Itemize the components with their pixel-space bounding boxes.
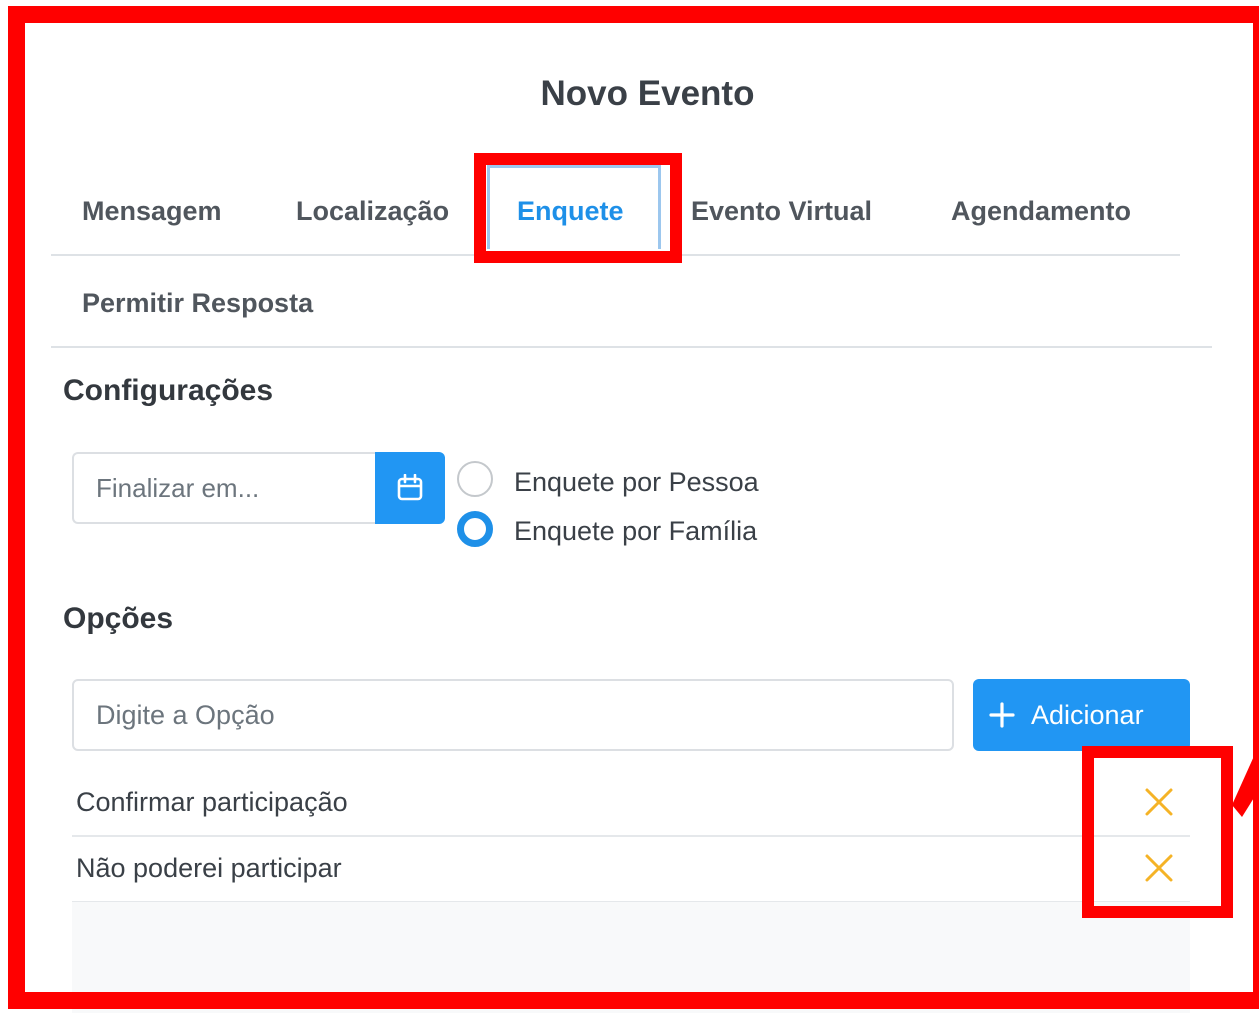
radio-label-pessoa: Enquete por Pessoa [514, 467, 759, 497]
radio-enquete-familia[interactable] [457, 511, 493, 547]
option-label: Não poderei participar [76, 853, 342, 883]
list-item: Confirmar participação [72, 771, 1190, 837]
end-date-input[interactable] [72, 452, 375, 524]
tab-permitir-resposta[interactable]: Permitir Resposta [82, 283, 313, 323]
close-icon[interactable] [1144, 853, 1174, 883]
new-event-modal: Novo Evento Mensagem Localização Enquete… [0, 0, 1259, 1013]
config-section-title: Configurações [63, 374, 274, 407]
tab-mensagem[interactable]: Mensagem [82, 191, 222, 231]
options-section-title: Opções [63, 602, 174, 635]
calendar-icon [397, 474, 423, 501]
radio-label-familia: Enquete por Família [514, 516, 758, 546]
list-item: Não poderei participar [72, 837, 1190, 903]
tabs-divider [51, 254, 1180, 256]
radio-enquete-pessoa[interactable] [457, 461, 493, 497]
options-list-footer [72, 902, 1190, 1013]
plus-icon [989, 702, 1015, 728]
tab-agendamento[interactable]: Agendamento [951, 191, 1131, 231]
annotation-arrow [1232, 745, 1259, 817]
tab-localizacao[interactable]: Localização [296, 191, 449, 231]
tab-evento-virtual[interactable]: Evento Virtual [691, 191, 872, 231]
add-option-label: Adicionar [1031, 699, 1144, 730]
option-label: Confirmar participação [76, 787, 348, 817]
close-icon[interactable] [1144, 787, 1174, 817]
tabs-divider [51, 346, 1212, 348]
option-input[interactable] [72, 679, 954, 751]
add-option-button[interactable]: Adicionar [973, 679, 1190, 751]
modal-title: Novo Evento [540, 74, 755, 113]
tab-enquete[interactable]: Enquete [517, 191, 624, 231]
calendar-button[interactable] [375, 452, 445, 524]
